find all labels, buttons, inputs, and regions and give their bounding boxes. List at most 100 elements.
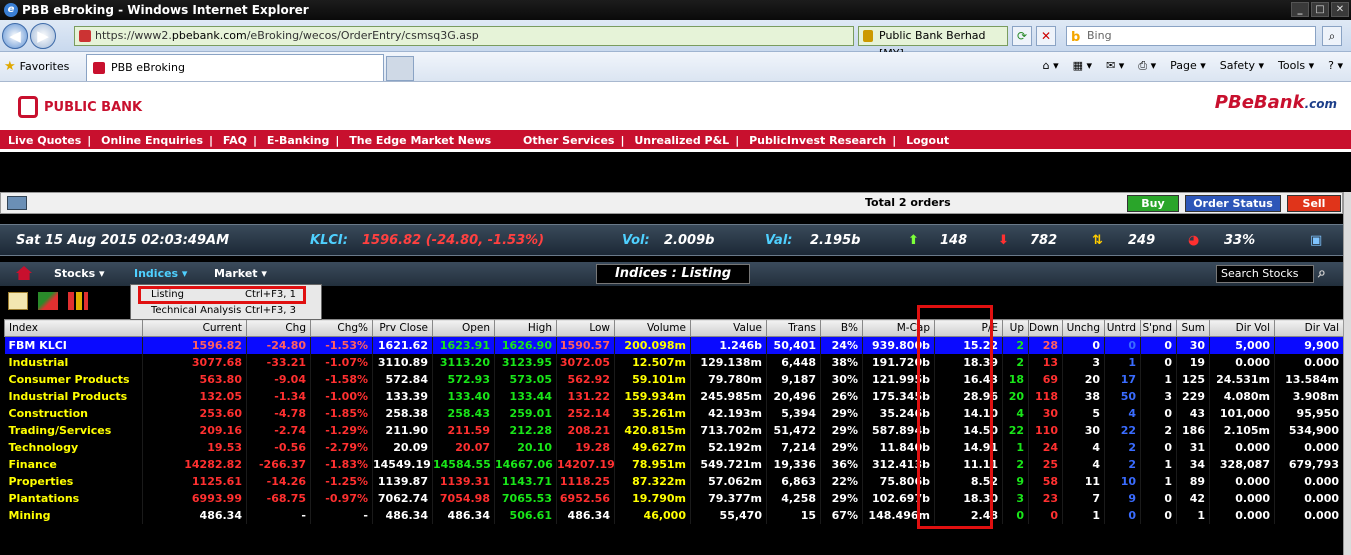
- table-cell: 26%: [820, 387, 863, 405]
- chart-icon[interactable]: [38, 292, 58, 310]
- column-header[interactable]: Chg%: [310, 319, 373, 337]
- search-stocks-input[interactable]: Search Stocks: [1216, 265, 1314, 283]
- page-scrollbar[interactable]: [1343, 192, 1351, 555]
- column-header[interactable]: Prv Close: [372, 319, 433, 337]
- nav-unrealized-pl[interactable]: Unrealized P&L: [634, 134, 729, 147]
- table-row[interactable]: Construction 253.60 -4.78 -1.85% 258.38 258.4…: [4, 404, 1343, 422]
- table-cell: 4: [1002, 404, 1029, 422]
- table-cell: 42: [1176, 489, 1210, 507]
- table-row[interactable]: Properties 1125.61 -14.26 -1.25% 1139.87 1139…: [4, 472, 1343, 490]
- total-orders: Total 2 orders: [865, 196, 951, 209]
- safety-menu[interactable]: Safety ▾: [1220, 59, 1264, 73]
- column-header[interactable]: Dir Val: [1274, 319, 1343, 337]
- column-header[interactable]: High: [494, 319, 557, 337]
- column-header[interactable]: Sum: [1176, 319, 1210, 337]
- column-header[interactable]: B%: [820, 319, 863, 337]
- url-field[interactable]: https://www2.pbebank.com/eBroking/wecos/…: [74, 26, 854, 46]
- column-header[interactable]: Untrd: [1104, 319, 1141, 337]
- stocks-menu[interactable]: Stocks ▾: [54, 267, 104, 280]
- buy-button[interactable]: Buy: [1127, 195, 1179, 212]
- table-row[interactable]: Industrial Products 132.05 -1.34 -1.00% 133.…: [4, 387, 1343, 405]
- table-cell: 209.16: [142, 421, 247, 439]
- nav-logout[interactable]: Logout: [906, 134, 949, 147]
- market-ticker: Sat 15 Aug 2015 02:03:49AM KLCI: 1596.82…: [0, 224, 1343, 256]
- table-row[interactable]: Industrial 3077.68 -33.21 -1.07% 3110.89 3113…: [4, 353, 1343, 371]
- column-header[interactable]: Index: [4, 319, 143, 337]
- table-cell: 9,900: [1274, 336, 1343, 354]
- browser-tab[interactable]: PBB eBroking: [86, 54, 384, 81]
- table-cell: 259.01: [494, 404, 557, 422]
- column-header[interactable]: Unchg: [1062, 319, 1105, 337]
- table-cell: 420.815m: [614, 421, 691, 439]
- column-header[interactable]: Open: [432, 319, 495, 337]
- search-input[interactable]: b Bing: [1066, 26, 1316, 46]
- column-header[interactable]: Up: [1002, 319, 1029, 337]
- stop-icon[interactable]: ✕: [1036, 26, 1056, 46]
- table-cell: 0: [1062, 336, 1105, 354]
- home-icon[interactable]: ⌂ ▾: [1043, 59, 1059, 73]
- table-row[interactable]: Consumer Products 563.80 -9.04 -1.58% 572.84…: [4, 370, 1343, 388]
- bar-chart-icon[interactable]: [68, 292, 88, 310]
- table-cell: -1.00%: [310, 387, 373, 405]
- column-header[interactable]: Trans: [766, 319, 821, 337]
- new-tab-button[interactable]: [386, 56, 414, 81]
- close-window-button[interactable]: ✕: [1331, 2, 1349, 17]
- table-row[interactable]: Trading/Services 209.16 -2.74 -1.29% 211.90 2…: [4, 421, 1343, 439]
- order-status-button[interactable]: Order Status: [1185, 195, 1281, 212]
- column-header[interactable]: S'pnd: [1140, 319, 1177, 337]
- table-cell: 328,087: [1209, 455, 1275, 473]
- tools-menu[interactable]: Tools ▾: [1278, 59, 1314, 73]
- page-menu[interactable]: Page ▾: [1170, 59, 1206, 73]
- table-row[interactable]: FBM KLCI 1596.82 -24.80 -1.53% 1621.62 1623.9…: [4, 336, 1343, 354]
- maximize-button[interactable]: □: [1311, 2, 1329, 17]
- computer-icon[interactable]: [7, 196, 27, 210]
- nav-live-quotes[interactable]: Live Quotes: [8, 134, 81, 147]
- public-bank-logo[interactable]: PUBLIC BANK: [18, 96, 142, 118]
- table-row[interactable]: Plantations 6993.99 -68.75 -0.97% 7062.74 705…: [4, 489, 1343, 507]
- column-header[interactable]: Volume: [614, 319, 691, 337]
- home-icon[interactable]: [16, 266, 32, 280]
- print-icon[interactable]: ⎙ ▾: [1138, 59, 1156, 73]
- nav-edge-news[interactable]: The Edge Market News: [349, 134, 491, 147]
- table-row[interactable]: Finance 14282.82 -266.37 -1.83% 14549.19 1458…: [4, 455, 1343, 473]
- menu-item-technical-analysis[interactable]: Technical Analysis Ctrl+F3, 3: [131, 303, 321, 319]
- pbebank-logo[interactable]: PBeBank.com: [1215, 92, 1337, 113]
- back-button[interactable]: ◀: [2, 23, 28, 49]
- mail-icon[interactable]: ✉ ▾: [1106, 59, 1124, 73]
- table-cell: 1623.91: [432, 336, 495, 354]
- column-header[interactable]: Low: [556, 319, 615, 337]
- table-cell: 131.22: [556, 387, 615, 405]
- column-header[interactable]: Current: [142, 319, 247, 337]
- indices-menu[interactable]: Indices ▾: [134, 267, 187, 280]
- report-icon[interactable]: [8, 292, 28, 310]
- sell-button[interactable]: Sell: [1287, 195, 1341, 212]
- column-header[interactable]: Value: [690, 319, 767, 337]
- table-cell: 563.80: [142, 370, 247, 388]
- minimize-button[interactable]: _: [1291, 2, 1309, 17]
- table-cell: 7,214: [766, 438, 821, 456]
- forward-button[interactable]: ▶: [30, 23, 56, 49]
- column-header[interactable]: Dir Vol: [1209, 319, 1275, 337]
- table-cell: 15: [766, 506, 821, 524]
- magnifier-icon[interactable]: ⌕: [1318, 265, 1326, 281]
- table-cell: 1: [1104, 353, 1141, 371]
- table-cell: 2: [1140, 421, 1177, 439]
- refresh-icon[interactable]: ⟳: [1012, 26, 1032, 46]
- table-row[interactable]: Mining 486.34- -486.34 486.34 506.61 486.34 46…: [4, 506, 1343, 524]
- table-row[interactable]: Technology 19.53 -0.56 -2.79% 20.09 20.07 20.1…: [4, 438, 1343, 456]
- nav-other-services[interactable]: Other Services: [523, 134, 614, 147]
- feeds-icon[interactable]: ▦ ▾: [1073, 59, 1092, 73]
- security-report-button[interactable]: Public Bank Berhad [MY]: [858, 26, 1008, 60]
- nav-online-enquiries[interactable]: Online Enquiries: [101, 134, 203, 147]
- nav-faq[interactable]: FAQ: [223, 134, 247, 147]
- column-header[interactable]: Down: [1028, 319, 1063, 337]
- nav-publicinvest-research[interactable]: PublicInvest Research: [749, 134, 886, 147]
- table-cell: 4: [1104, 404, 1141, 422]
- monitor-icon[interactable]: ▣: [1310, 233, 1322, 248]
- help-menu[interactable]: ? ▾: [1328, 59, 1343, 73]
- favorites-button[interactable]: ★ Favorites: [4, 59, 69, 74]
- market-menu[interactable]: Market ▾: [214, 267, 267, 280]
- column-header[interactable]: Chg: [246, 319, 311, 337]
- nav-e-banking[interactable]: E-Banking: [267, 134, 330, 147]
- search-icon[interactable]: ⌕: [1322, 26, 1342, 46]
